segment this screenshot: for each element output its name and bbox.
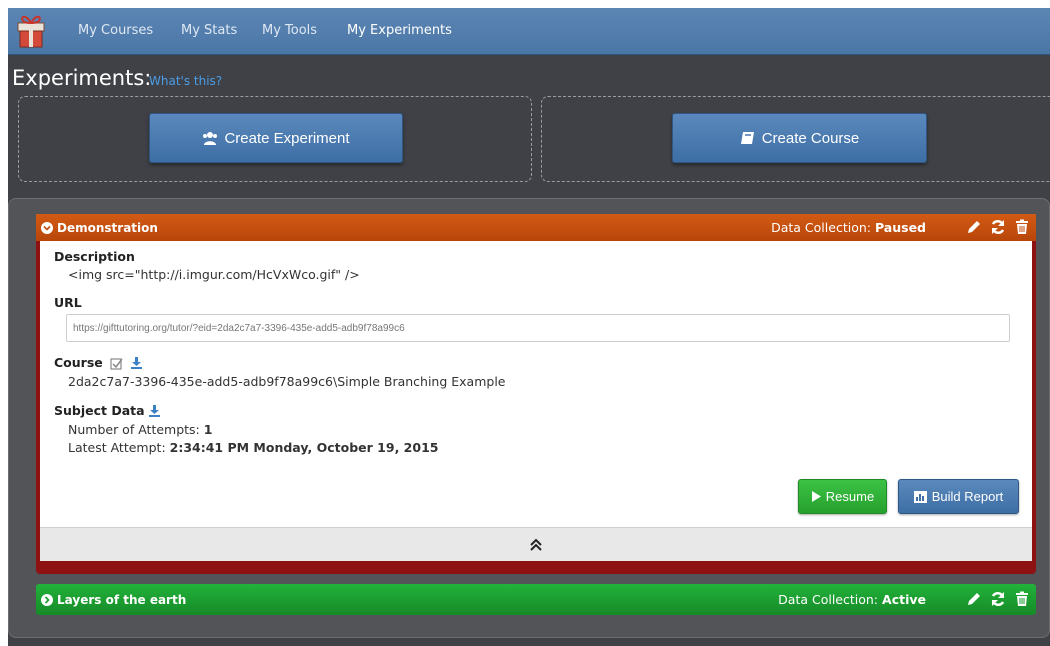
nav-my-stats[interactable]: My Stats [181,23,237,38]
trash-icon[interactable] [1014,591,1030,607]
latest-attempt-value: 2:34:41 PM Monday, October 19, 2015 [169,440,439,455]
experiment-layers-of-the-earth: Layers of the earth Data Collection: Act… [36,584,1036,615]
double-chevron-up-icon[interactable] [529,538,543,552]
experiment-actions [966,219,1030,235]
experiment-details: Description <img src="http://i.imgur.com… [40,241,1032,561]
nav-my-courses[interactable]: My Courses [78,23,153,38]
app-window: My Courses My Stats My Tools My Experime… [8,8,1050,646]
collapse-bar[interactable] [40,527,1032,561]
experiment-header[interactable]: Layers of the earth Data Collection: Act… [36,584,1036,615]
chevron-circle-down-icon[interactable] [41,221,53,234]
refresh-icon[interactable] [990,591,1006,607]
url-field[interactable]: https://gifttutoring.org/tutor/?eid=2da2… [66,314,1010,342]
description-label: Description [54,249,135,264]
pencil-icon[interactable] [966,591,982,607]
status-label: Data Collection: [771,220,871,235]
experiment-actions [966,591,1030,607]
attempts-label: Number of Attempts: [68,422,200,437]
latest-attempt-row: Latest Attempt: 2:34:41 PM Monday, Octob… [68,440,438,455]
status-text: Data Collection: Active [778,592,926,607]
nav-my-tools[interactable]: My Tools [262,23,317,38]
experiment-title: Demonstration [57,220,158,235]
resume-button[interactable]: Resume [798,479,887,514]
build-report-button[interactable]: Build Report [898,479,1019,514]
resume-label: Resume [825,489,875,504]
course-label: Course [54,355,103,370]
attempts-row: Number of Attempts: 1 [68,422,212,437]
experiment-list: Demonstration Data Collection: Paused De… [8,198,1050,638]
play-icon [811,491,821,502]
create-course-label: Create Course [761,129,860,147]
nav-my-experiments[interactable]: My Experiments [347,23,452,38]
build-report-label: Build Report [931,489,1004,504]
gift-icon[interactable] [16,14,46,48]
description-text: <img src="http://i.imgur.com/HcVxWco.gif… [68,267,360,282]
whats-this-link[interactable]: What's this? [149,74,222,88]
create-course-panel: Create Course [541,96,1050,182]
status-text: Data Collection: Paused [771,220,926,235]
bar-chart-icon [913,490,927,503]
course-text: 2da2c7a7-3396-435e-add5-adb9f78a99c6\Sim… [68,374,506,389]
check-square-icon[interactable] [110,357,123,370]
subject-data-label: Subject Data [54,403,145,418]
refresh-icon[interactable] [990,219,1006,235]
create-experiment-panel: Create Experiment [18,96,532,182]
pencil-icon[interactable] [966,219,982,235]
attempts-value: 1 [203,422,213,437]
trash-icon[interactable] [1014,219,1030,235]
experiment-title: Layers of the earth [57,592,187,607]
chevron-circle-right-icon[interactable] [41,593,53,606]
top-navbar: My Courses My Stats My Tools My Experime… [8,8,1050,55]
experiment-header[interactable]: Demonstration Data Collection: Paused [36,214,1036,241]
status-label: Data Collection: [778,592,879,607]
status-value: Paused [874,220,926,235]
experiment-demonstration: Demonstration Data Collection: Paused De… [36,214,1036,574]
download-icon[interactable] [148,404,161,417]
create-course-button[interactable]: Create Course [672,113,927,163]
url-label: URL [54,295,82,310]
status-value: Active [882,592,926,607]
book-icon [740,131,754,144]
create-experiment-button[interactable]: Create Experiment [149,113,403,163]
download-icon[interactable] [130,356,143,369]
create-experiment-label: Create Experiment [224,129,350,147]
page-title: Experiments: [12,66,152,90]
latest-attempt-label: Latest Attempt: [68,440,166,455]
users-icon [203,131,218,145]
